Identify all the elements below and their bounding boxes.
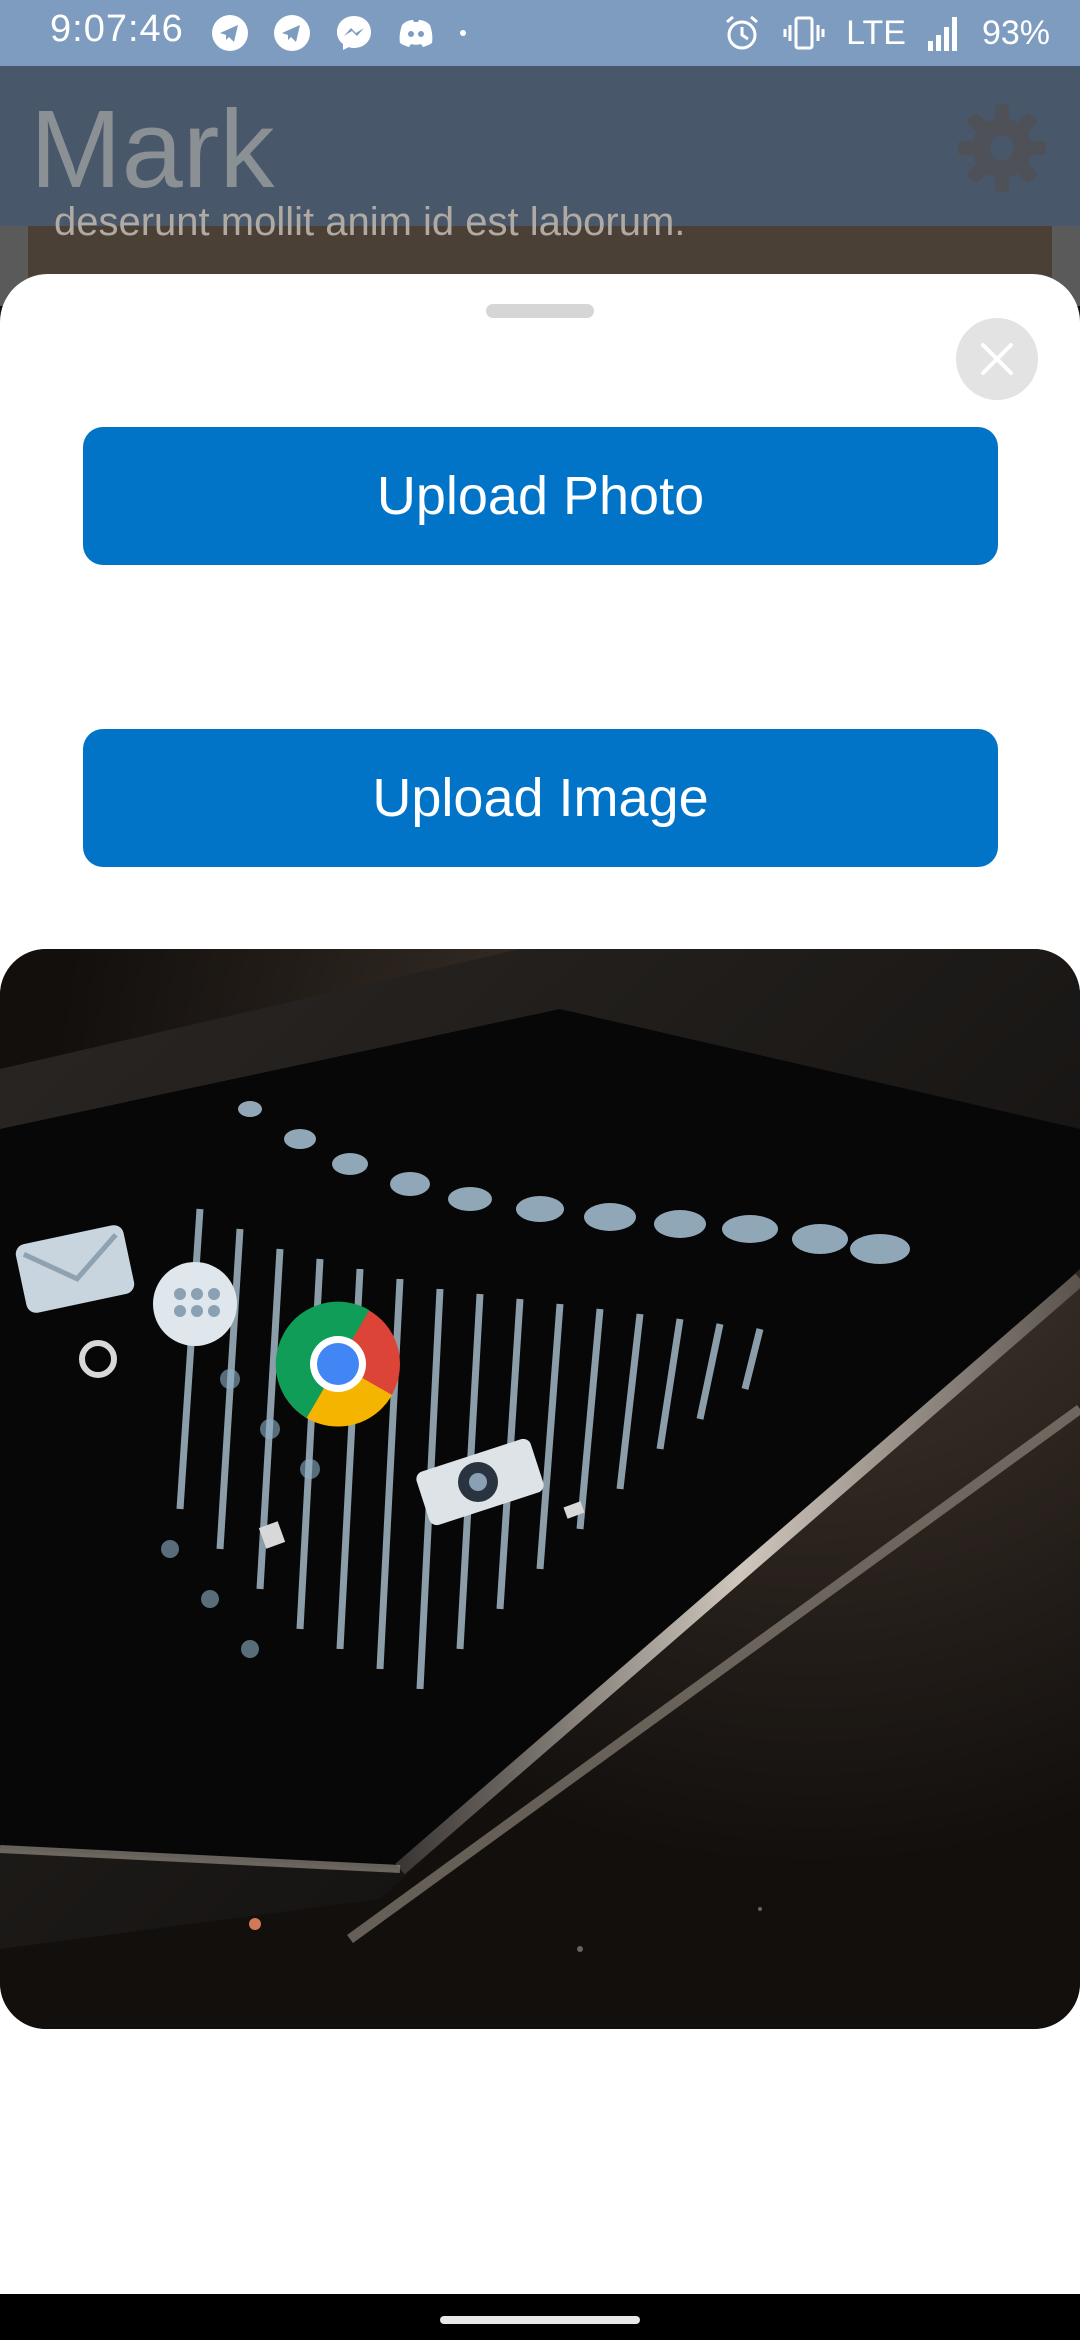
signal-icon [927,17,957,51]
gear-icon [958,104,1046,192]
system-status: LTE 93% [722,8,1050,58]
close-icon [981,343,1013,375]
photo-preview-image [0,949,1080,2029]
home-gesture-bar[interactable] [440,2316,640,2324]
status-time: 9:07:46 [50,8,184,50]
telegram-icon [212,15,248,51]
alarm-icon [726,15,759,50]
close-button[interactable] [956,318,1038,400]
dot-icon [460,30,466,36]
bottom-sheet: Upload Photo Upload Image [0,274,1080,2294]
drag-handle[interactable] [486,304,594,318]
telegram-icon [274,15,310,51]
navigation-bar [0,2294,1080,2340]
network-label: LTE [846,13,906,52]
battery-level: 93% [981,13,1050,52]
background-text: deserunt mollit anim id est laborum. [54,200,686,244]
notification-icons [210,12,478,54]
upload-photo-button[interactable]: Upload Photo [83,427,998,565]
vibrate-icon [783,16,825,50]
discord-icon [399,20,433,47]
photo-preview [0,949,1080,2029]
app-title: Mark [30,88,275,211]
status-bar: 9:07:46 LTE 93% [0,0,1080,66]
messenger-icon [337,16,371,50]
upload-image-button[interactable]: Upload Image [83,729,998,867]
